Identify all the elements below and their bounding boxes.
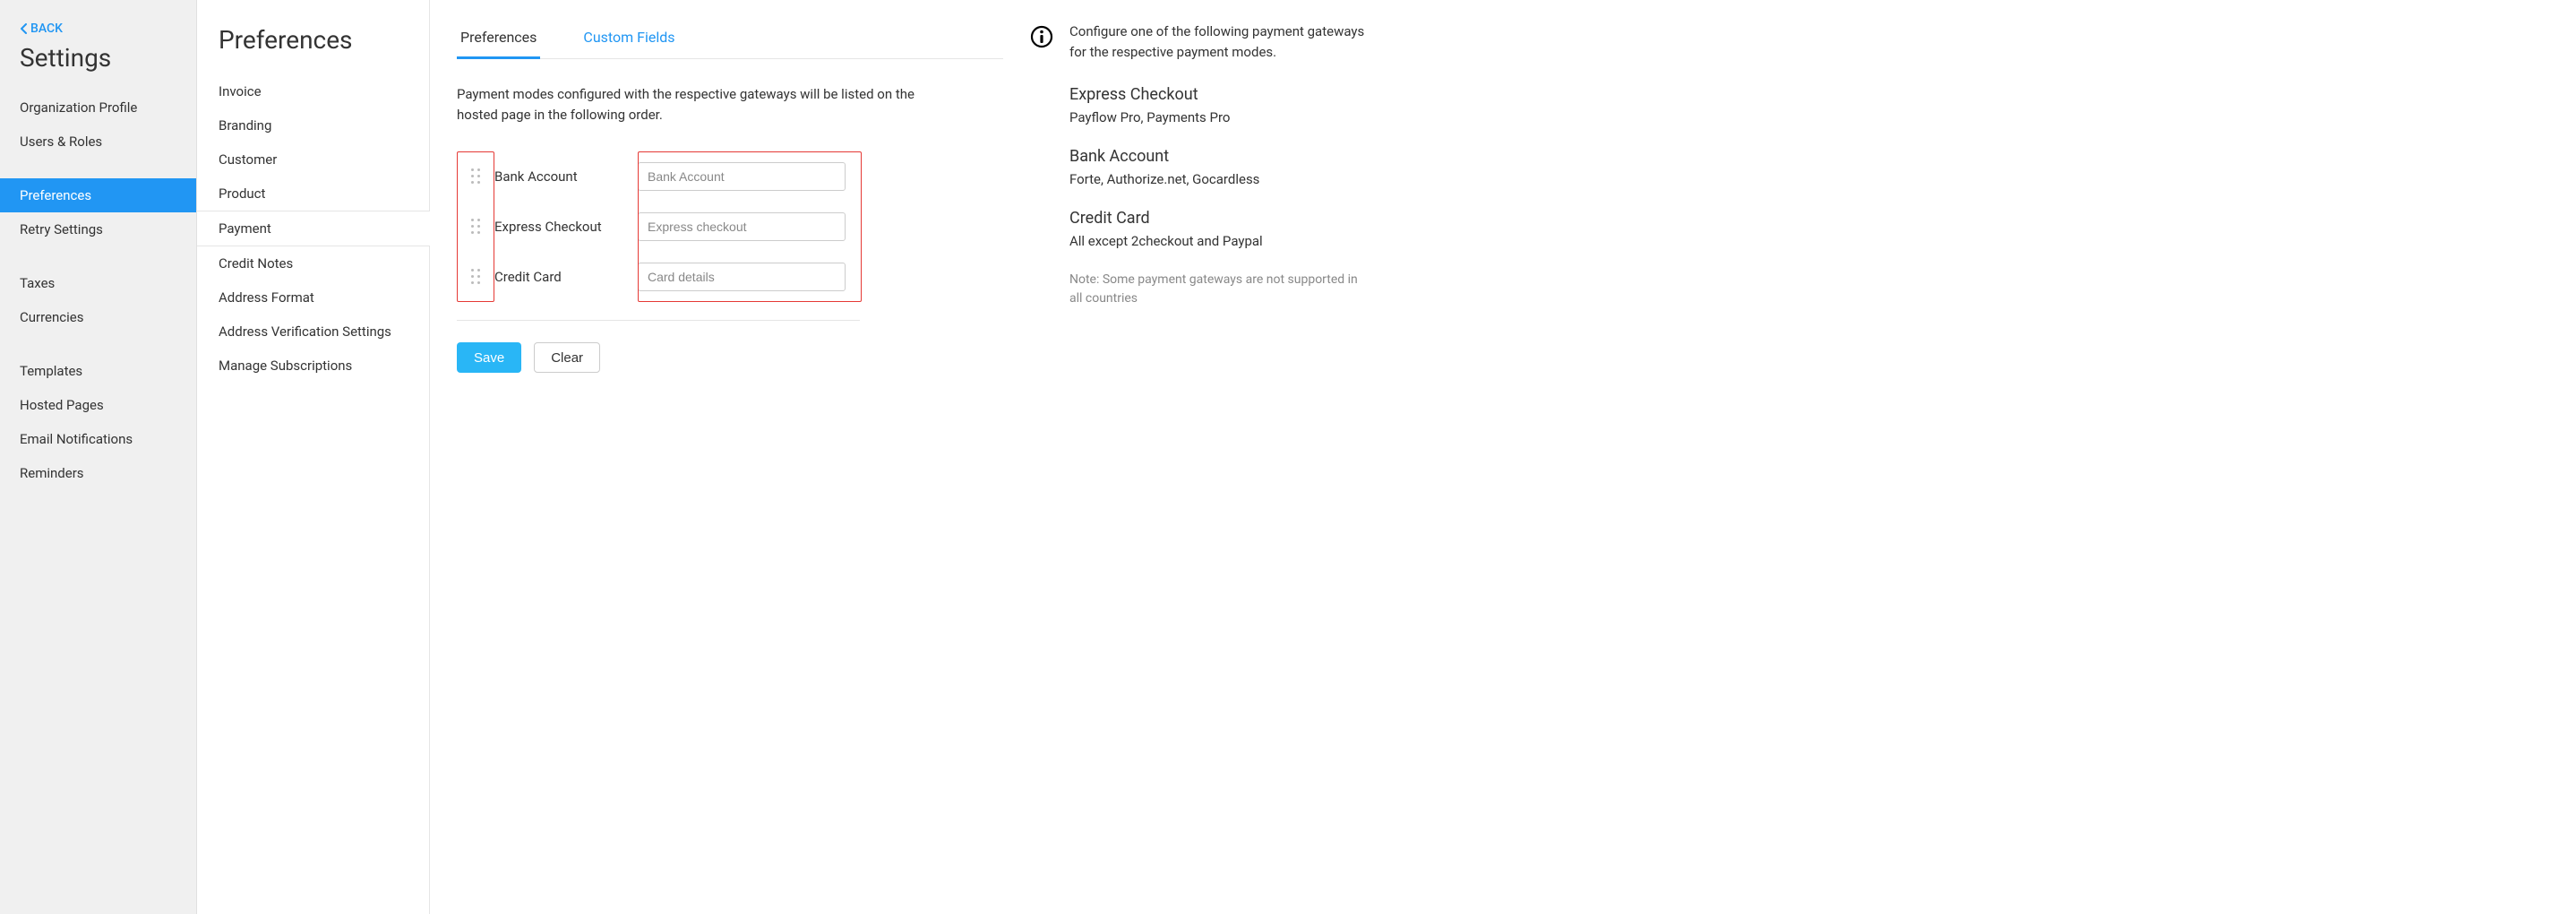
- info-note: Note: Some payment gateways are not supp…: [1069, 271, 1370, 308]
- tab-custom-fields[interactable]: Custom Fields: [580, 22, 678, 58]
- mode-input-express-checkout[interactable]: [638, 212, 846, 241]
- intro-text: Payment modes configured with the respec…: [457, 84, 923, 125]
- payment-modes-list: Bank Account Express Checkout Credit Car…: [457, 151, 1003, 302]
- prefs-item-manage-subscriptions[interactable]: Manage Subscriptions: [197, 349, 429, 383]
- separator: [457, 320, 860, 321]
- sidebar-item-reminders[interactable]: Reminders: [0, 456, 196, 490]
- sidebar-item-users-roles[interactable]: Users & Roles: [0, 125, 196, 159]
- preferences-subnav: Preferences Invoice Branding Customer Pr…: [197, 0, 430, 914]
- prefs-item-customer[interactable]: Customer: [197, 142, 429, 177]
- tabs: Preferences Custom Fields: [457, 22, 1003, 59]
- preferences-title: Preferences: [197, 22, 429, 74]
- drag-handle-icon[interactable]: [457, 168, 494, 185]
- prefs-item-branding[interactable]: Branding: [197, 108, 429, 142]
- sidebar-item-currencies[interactable]: Currencies: [0, 300, 196, 334]
- gateway-detail: Forte, Authorize.net, Gocardless: [1069, 171, 1370, 187]
- button-row: Save Clear: [457, 342, 1003, 373]
- settings-title: Settings: [0, 39, 196, 91]
- gateway-block-credit-card: Credit Card All except 2checkout and Pay…: [1069, 209, 1370, 249]
- clear-button[interactable]: Clear: [534, 342, 600, 373]
- info-configure-text: Configure one of the following payment g…: [1069, 22, 1370, 62]
- prefs-item-product[interactable]: Product: [197, 177, 429, 211]
- gateway-detail: Payflow Pro, Payments Pro: [1069, 109, 1370, 125]
- gateway-block-express-checkout: Express Checkout Payflow Pro, Payments P…: [1069, 85, 1370, 125]
- sidebar-item-taxes[interactable]: Taxes: [0, 266, 196, 300]
- gateway-heading: Express Checkout: [1069, 85, 1370, 104]
- gateway-detail: All except 2checkout and Paypal: [1069, 233, 1370, 249]
- settings-sidebar: BACK Settings Organization Profile Users…: [0, 0, 197, 914]
- prefs-item-address-format[interactable]: Address Format: [197, 280, 429, 315]
- gateway-heading: Credit Card: [1069, 209, 1370, 228]
- back-label: BACK: [30, 22, 63, 36]
- sidebar-item-templates[interactable]: Templates: [0, 354, 196, 388]
- mode-label: Credit Card: [494, 269, 638, 285]
- info-panel: Configure one of the following payment g…: [1030, 22, 1397, 914]
- drag-handle-icon[interactable]: [457, 219, 494, 235]
- gateway-heading: Bank Account: [1069, 147, 1370, 166]
- back-link[interactable]: BACK: [0, 22, 196, 39]
- prefs-item-payment[interactable]: Payment: [197, 211, 430, 246]
- mode-input-bank-account[interactable]: [638, 162, 846, 191]
- info-icon: [1030, 25, 1053, 48]
- tab-preferences[interactable]: Preferences: [457, 22, 540, 58]
- mode-input-credit-card[interactable]: [638, 263, 846, 291]
- drag-handle-icon[interactable]: [457, 269, 494, 285]
- sidebar-item-preferences[interactable]: Preferences: [0, 178, 196, 212]
- chevron-left-icon: [20, 23, 29, 34]
- prefs-item-credit-notes[interactable]: Credit Notes: [197, 246, 429, 280]
- sidebar-item-retry-settings[interactable]: Retry Settings: [0, 212, 196, 246]
- mode-row-bank-account: Bank Account: [457, 151, 1003, 202]
- mode-label: Express Checkout: [494, 219, 638, 235]
- mode-row-credit-card: Credit Card: [457, 252, 1003, 302]
- sidebar-item-email-notifications[interactable]: Email Notifications: [0, 422, 196, 456]
- mode-row-express-checkout: Express Checkout: [457, 202, 1003, 252]
- prefs-item-address-verification[interactable]: Address Verification Settings: [197, 315, 429, 349]
- main-content: Preferences Custom Fields Payment modes …: [430, 0, 1397, 914]
- mode-label: Bank Account: [494, 168, 638, 185]
- prefs-item-invoice[interactable]: Invoice: [197, 74, 429, 108]
- sidebar-item-organization-profile[interactable]: Organization Profile: [0, 91, 196, 125]
- save-button[interactable]: Save: [457, 342, 521, 373]
- sidebar-item-hosted-pages[interactable]: Hosted Pages: [0, 388, 196, 422]
- gateway-block-bank-account: Bank Account Forte, Authorize.net, Gocar…: [1069, 147, 1370, 187]
